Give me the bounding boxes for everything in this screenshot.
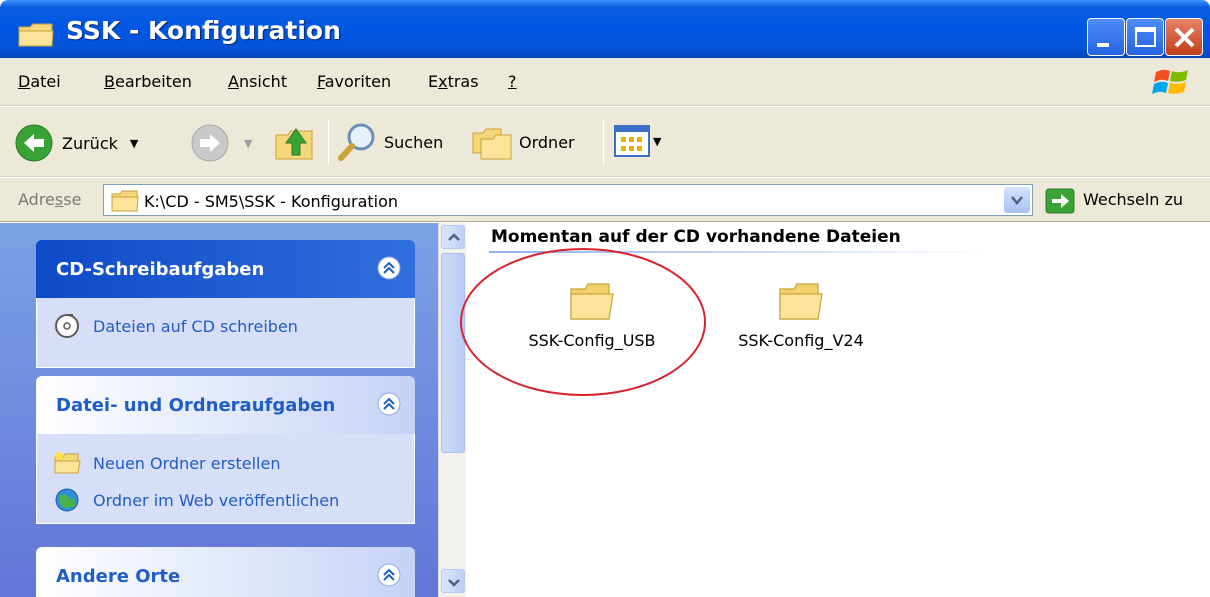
group-other-places: Andere Orte: [36, 547, 415, 597]
back-arrow-icon: [15, 124, 53, 162]
up-folder-button[interactable]: [272, 121, 316, 163]
back-label: Zurück: [62, 133, 118, 153]
minimize-button[interactable]: [1087, 18, 1125, 56]
menu-ansicht[interactable]: Ansicht: [228, 72, 287, 91]
task-label: Neuen Ordner erstellen: [93, 453, 281, 473]
menu-help[interactable]: ?: [508, 72, 517, 91]
highlight-ellipse: [460, 248, 706, 396]
group-header[interactable]: CD-Schreibaufgaben: [36, 240, 415, 298]
close-icon: [1174, 27, 1195, 48]
views-dropdown-icon[interactable]: ▼: [653, 135, 661, 148]
folder-icon: [779, 283, 823, 320]
toolbar: Zurück ▼ ▼ Suchen Ordner ▼: [0, 107, 1210, 177]
go-button[interactable]: [1045, 188, 1075, 218]
menu-datei[interactable]: Datei: [18, 72, 61, 91]
task-write-to-cd[interactable]: Dateien auf CD schreiben: [53, 312, 298, 340]
task-label: Dateien auf CD schreiben: [93, 316, 298, 336]
explorer-window: SSK - Konfiguration Datei Bearbeiten Ans…: [0, 0, 1210, 597]
close-button[interactable]: [1165, 18, 1203, 56]
address-dropdown-button[interactable]: [1004, 187, 1030, 213]
chevron-down-icon: [448, 579, 460, 587]
search-icon: [338, 123, 375, 161]
go-label[interactable]: Wechseln zu: [1083, 190, 1183, 209]
forward-button[interactable]: ▼: [190, 123, 252, 163]
new-folder-icon: [54, 452, 81, 474]
folder-item-ssk-config-v24[interactable]: SSK-Config_V24: [719, 281, 883, 350]
forward-dropdown-icon[interactable]: ▼: [244, 137, 252, 150]
menu-bar: Datei Bearbeiten Ansicht Favoriten Extra…: [0, 58, 1210, 106]
address-label: Adresse: [18, 190, 82, 209]
folders-label: Ordner: [519, 132, 575, 152]
task-publish-web[interactable]: Ordner im Web veröffentlichen: [53, 486, 339, 514]
group-title: Andere Orte: [56, 566, 181, 587]
back-button[interactable]: Zurück ▼: [14, 123, 138, 163]
group-header[interactable]: Datei- und Ordneraufgaben: [36, 376, 415, 434]
maximize-button[interactable]: [1126, 18, 1164, 56]
folder-icon: [18, 22, 54, 52]
section-title: Momentan auf der CD vorhandene Dateien: [491, 227, 901, 247]
address-path: K:\CD - SM5\SSK - Konfiguration: [144, 192, 399, 211]
window-title: SSK - Konfiguration: [66, 16, 341, 45]
group-file-folder-tasks: Datei- und Ordneraufgaben Neuen Ordner e: [36, 376, 415, 524]
address-bar: Adresse K:\CD - SM5\SSK - Konfiguration …: [0, 178, 1210, 222]
title-bar[interactable]: SSK - Konfiguration: [0, 0, 1210, 58]
collapse-icon[interactable]: [377, 256, 401, 284]
web-publish-icon: [55, 488, 79, 512]
menu-bearbeiten[interactable]: Bearbeiten: [104, 72, 192, 91]
windows-logo-icon: [1152, 66, 1192, 102]
back-dropdown-icon[interactable]: ▼: [130, 137, 138, 150]
group-cd-writing-tasks: CD-Schreibaufgaben Dateien auf CD schrei: [36, 240, 415, 368]
forward-arrow-icon: [191, 124, 229, 162]
address-input[interactable]: K:\CD - SM5\SSK - Konfiguration: [103, 184, 1033, 216]
group-body: Dateien auf CD schreiben: [36, 298, 415, 368]
maximize-icon: [1135, 27, 1156, 47]
group-title: CD-Schreibaufgaben: [56, 259, 265, 280]
folder-icon: [111, 190, 139, 216]
task-label: Ordner im Web veröffentlichen: [93, 490, 340, 510]
folders-icon: [472, 128, 512, 160]
collapse-icon[interactable]: [377, 392, 401, 420]
search-label: Suchen: [384, 132, 444, 152]
folder-up-icon: [275, 128, 313, 160]
folders-button[interactable]: Ordner: [471, 121, 575, 163]
chevron-down-icon: [1011, 196, 1023, 205]
cd-write-icon: [55, 314, 79, 338]
group-body: Neuen Ordner erstellen Ordner im Web ver…: [36, 434, 415, 524]
group-title: Datei- und Ordneraufgaben: [56, 395, 336, 416]
group-header[interactable]: Andere Orte: [36, 547, 415, 597]
collapse-icon[interactable]: [377, 563, 401, 591]
views-button[interactable]: ▼: [614, 125, 661, 157]
task-new-folder[interactable]: Neuen Ordner erstellen: [53, 450, 280, 476]
menu-extras[interactable]: Extras: [428, 72, 479, 91]
file-name: SSK-Config_V24: [738, 331, 864, 350]
search-button[interactable]: Suchen: [336, 121, 443, 163]
minimize-icon: [1097, 43, 1109, 47]
menu-favoriten[interactable]: Favoriten: [317, 72, 391, 91]
go-arrow-icon: [1045, 188, 1075, 214]
views-icon: [614, 125, 650, 157]
task-pane: CD-Schreibaufgaben Dateien auf CD schrei: [0, 223, 438, 597]
scroll-down-button[interactable]: [441, 569, 465, 593]
